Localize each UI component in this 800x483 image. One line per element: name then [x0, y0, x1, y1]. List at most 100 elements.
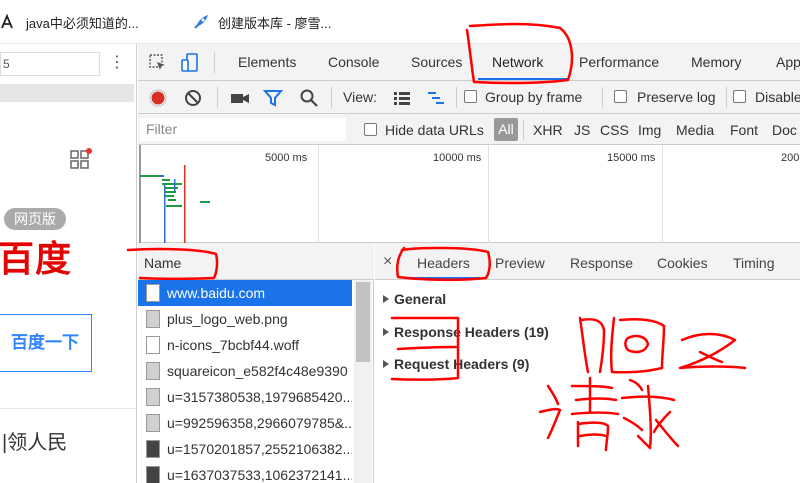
request-name: n-icons_7bcbf44.woff [167, 337, 300, 353]
request-name: plus_logo_web.png [167, 311, 288, 327]
tab-elements[interactable]: Elements [238, 54, 296, 70]
request-details: × Headers Preview Response Cookies Timin… [375, 243, 800, 483]
divider [0, 408, 136, 409]
search-icon[interactable] [299, 88, 319, 108]
filter-doc[interactable]: Doc [772, 122, 797, 138]
tab-cookies[interactable]: Cookies [657, 255, 708, 271]
inspect-element-icon[interactable] [148, 53, 168, 73]
bookmark-label: java中必须知道的... [26, 15, 139, 31]
request-name: www.baidu.com [167, 285, 266, 301]
filter-xhr[interactable]: XHR [533, 122, 563, 138]
request-row[interactable]: u=3157380538,1979685420... [138, 384, 352, 410]
document-icon [146, 336, 160, 354]
tab-performance[interactable]: Performance [579, 54, 659, 70]
request-row[interactable]: plus_logo_web.png [138, 306, 352, 332]
bookmark-label: 创建版本库 - 廖雪... [218, 15, 332, 31]
request-row[interactable]: squareicon_e582f4c48e9390 [138, 358, 352, 384]
general-section[interactable]: General [383, 291, 446, 307]
filter-js[interactable]: JS [574, 122, 590, 138]
devtools-panel: Elements Console Sources Network Perform… [138, 44, 800, 483]
group-by-frame-checkbox[interactable] [464, 90, 477, 103]
disable-cache-label: Disable [755, 89, 800, 105]
response-headers-section[interactable]: Response Headers (19) [383, 324, 549, 340]
close-icon[interactable]: × [383, 253, 392, 271]
request-headers-section[interactable]: Request Headers (9) [383, 356, 529, 372]
name-column-label: Name [144, 255, 182, 271]
tab-memory[interactable]: Memory [691, 54, 742, 70]
filter-input[interactable]: Filter [140, 118, 346, 141]
request-row[interactable]: n-icons_7bcbf44.woff [138, 332, 352, 358]
preserve-log-label: Preserve log [637, 89, 716, 105]
filter-css[interactable]: CSS [600, 122, 629, 138]
separator [217, 87, 218, 108]
network-overview-timeline[interactable]: 5000 ms 10000 ms 15000 ms 200 [138, 145, 800, 243]
filter-bar: Filter Hide data URLs All XHR JS CSS Img… [138, 114, 800, 145]
image-file-icon [146, 388, 160, 406]
request-row[interactable]: u=992596358,2966079785&... [138, 410, 352, 436]
horizontal-scrollbar[interactable] [0, 84, 134, 102]
tab-response[interactable]: Response [570, 255, 633, 271]
active-tab-indicator [405, 277, 480, 279]
request-name: u=1570201857,2552106382... [167, 441, 352, 457]
request-row[interactable]: www.baidu.com [138, 280, 352, 306]
hide-data-urls-checkbox[interactable] [364, 123, 377, 136]
bookmark-git[interactable]: 创建版本库 - 廖雪... [192, 12, 331, 32]
scrollbar-thumb[interactable] [356, 282, 370, 362]
request-name: squareicon_e582f4c48e9390 [167, 363, 348, 379]
baidu-logo: 百度 [0, 238, 73, 279]
filter-funnel-icon[interactable] [263, 88, 283, 108]
image-file-icon [146, 440, 160, 458]
expand-triangle-icon [383, 328, 389, 336]
web-version-badge[interactable]: 网页版 [4, 208, 66, 230]
image-file-icon [146, 414, 160, 432]
filter-font[interactable]: Font [730, 122, 758, 138]
separator [331, 87, 332, 108]
device-toggle-icon[interactable] [180, 53, 200, 73]
address-field[interactable]: 5 [0, 52, 100, 76]
waterfall-icon[interactable] [426, 88, 446, 108]
hide-data-urls-label: Hide data URLs [385, 122, 484, 138]
disable-cache-checkbox[interactable] [733, 90, 746, 103]
kebab-menu-icon[interactable]: ⋮ [107, 53, 127, 73]
devtools-tab-bar: Elements Console Sources Network Perform… [138, 44, 800, 81]
large-rows-icon[interactable] [392, 88, 412, 108]
request-list: Name www.baidu.com plus_logo_web.png n-i… [138, 243, 374, 483]
tab-preview[interactable]: Preview [495, 255, 545, 271]
tab-network[interactable]: Network [492, 54, 543, 70]
timeline-tick: 5000 ms [265, 152, 308, 164]
tab-sources[interactable]: Sources [411, 54, 462, 70]
video-camera-icon[interactable] [230, 88, 250, 108]
request-row[interactable]: u=1637037533,1062372141... [138, 462, 352, 483]
tab-timing[interactable]: Timing [733, 255, 775, 271]
section-label: Request Headers (9) [394, 356, 530, 372]
separator [602, 87, 603, 108]
separator [456, 87, 457, 108]
request-row[interactable]: u=1570201857,2552106382... [138, 436, 352, 462]
document-icon [146, 284, 160, 302]
filter-img[interactable]: Img [638, 122, 661, 138]
preserve-log-checkbox[interactable] [614, 90, 627, 103]
tab-application[interactable]: App [776, 54, 800, 70]
apps-grid-icon[interactable] [70, 148, 92, 170]
tab-console[interactable]: Console [328, 54, 379, 70]
record-icon[interactable] [148, 88, 168, 108]
expand-triangle-icon [383, 295, 389, 303]
bookmarks-bar: java中必须知道的... 创建版本库 - 廖雪... [0, 0, 800, 44]
filter-all-button[interactable]: All [494, 118, 518, 141]
tab-headers[interactable]: Headers [417, 255, 470, 271]
image-file-icon [146, 310, 160, 328]
separator [726, 87, 727, 108]
news-text[interactable]: |领人民 [2, 426, 67, 455]
filter-media[interactable]: Media [676, 122, 714, 138]
timeline-tick: 15000 ms [607, 152, 656, 164]
clear-icon[interactable] [183, 88, 203, 108]
font-icon [1, 13, 13, 29]
details-tab-bar: × Headers Preview Response Cookies Timin… [375, 243, 800, 280]
name-column-header[interactable]: Name [138, 243, 374, 280]
timeline-gridline [488, 145, 489, 243]
request-list-scrollbar[interactable] [354, 280, 372, 483]
request-name: u=3157380538,1979685420... [167, 389, 352, 405]
bookmark-java[interactable]: java中必须知道的... [0, 12, 139, 32]
active-tab-indicator [478, 78, 568, 80]
search-button[interactable]: 百度一下 [0, 314, 92, 372]
